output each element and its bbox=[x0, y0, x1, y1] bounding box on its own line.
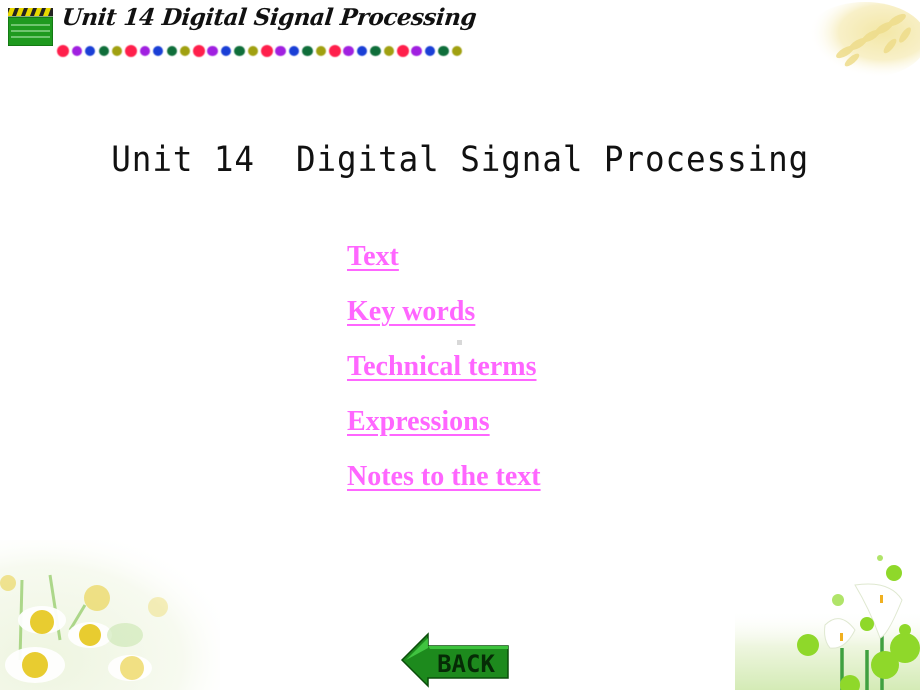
placeholder-marker bbox=[457, 340, 462, 345]
decorative-dot bbox=[424, 45, 436, 56]
decorative-dot bbox=[315, 45, 327, 56]
decorative-dot bbox=[438, 45, 449, 56]
decorative-dot bbox=[328, 44, 341, 57]
clapperboard-icon bbox=[8, 8, 53, 46]
menu-link-notes-to-the-text[interactable]: Notes to the text bbox=[347, 449, 541, 504]
decorative-dot bbox=[260, 44, 273, 57]
decorative-dot bbox=[396, 44, 409, 57]
page-title: Unit 14 Digital Signal Processing bbox=[111, 140, 809, 180]
decorative-dot bbox=[57, 44, 69, 57]
decorative-dot bbox=[112, 45, 123, 56]
decorative-dot bbox=[370, 45, 381, 56]
decorative-dot bbox=[124, 44, 137, 57]
wheat-image bbox=[803, 2, 920, 78]
decorative-dot bbox=[451, 45, 463, 56]
daisies-image bbox=[0, 540, 220, 690]
decorative-dot bbox=[207, 45, 218, 56]
decorative-dot bbox=[166, 45, 177, 56]
decorative-dot bbox=[275, 45, 286, 56]
decorative-dot bbox=[139, 45, 150, 56]
decorative-dot bbox=[192, 44, 205, 57]
menu-link-technical-terms[interactable]: Technical terms bbox=[347, 339, 541, 394]
decorative-dot bbox=[302, 45, 313, 56]
back-button[interactable]: BACK bbox=[400, 632, 510, 688]
header-title: Unit 14 Digital Signal Processing bbox=[60, 4, 478, 31]
decorative-dot bbox=[247, 45, 259, 56]
menu-link-expressions[interactable]: Expressions bbox=[347, 394, 541, 449]
decorative-dot bbox=[343, 45, 354, 56]
decorative-dot bbox=[98, 45, 109, 56]
topic-menu: Text Key words Technical terms Expressio… bbox=[347, 229, 541, 504]
calla-lilies-image bbox=[735, 555, 920, 690]
decorative-dot bbox=[411, 45, 422, 56]
decorative-dot bbox=[85, 45, 96, 56]
decorative-dot bbox=[179, 45, 191, 56]
decorative-dot bbox=[220, 45, 232, 56]
decorative-dot bbox=[288, 45, 300, 56]
decorative-dot bbox=[356, 45, 368, 56]
decorative-dots-row bbox=[56, 43, 464, 59]
decorative-dot bbox=[383, 45, 395, 56]
back-label: BACK bbox=[437, 650, 495, 678]
menu-link-text[interactable]: Text bbox=[347, 229, 541, 284]
decorative-dot bbox=[234, 45, 245, 56]
decorative-dot bbox=[153, 45, 164, 56]
decorative-dot bbox=[71, 45, 82, 56]
menu-link-key-words[interactable]: Key words bbox=[347, 284, 541, 339]
